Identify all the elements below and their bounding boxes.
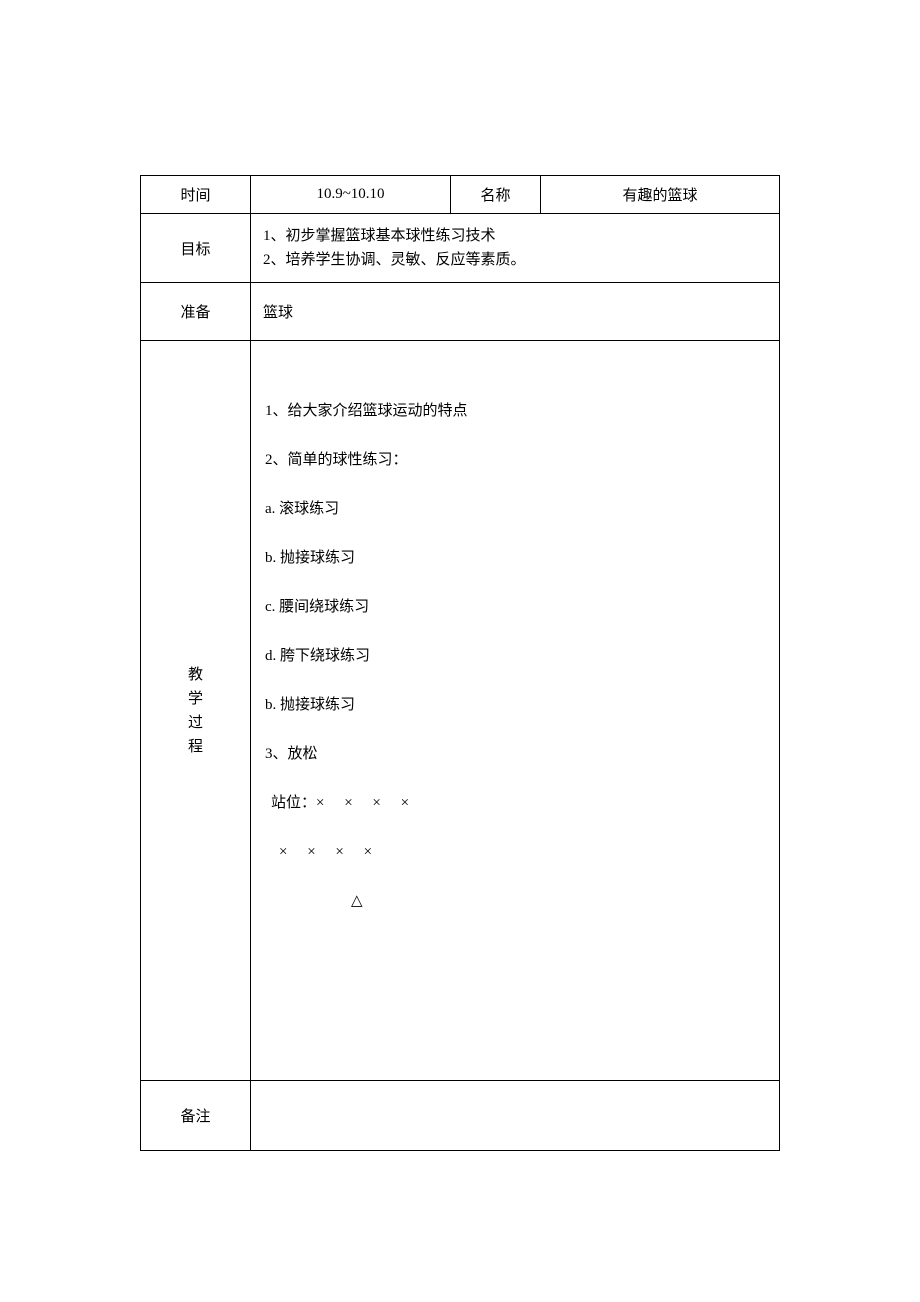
notes-label: 备注 [141,1081,251,1151]
notes-row: 备注 [141,1081,780,1151]
prep-row: 准备 篮球 [141,283,780,341]
prep-value: 篮球 [251,283,780,341]
process-row: 教 学 过 程 1、给大家介绍篮球运动的特点 2、简单的球性练习： a. 滚球练… [141,341,780,1081]
process-content: 1、给大家介绍篮球运动的特点 2、简单的球性练习： a. 滚球练习 b. 抛接球… [251,341,780,1081]
goals-row: 目标 1、初步掌握篮球基本球性练习技术 2、培养学生协调、灵敏、反应等素质。 [141,214,780,283]
lesson-plan-table: 时间 10.9~10.10 名称 有趣的篮球 目标 1、初步掌握篮球基本球性练习… [140,175,780,1151]
process-line-1: 1、给大家介绍篮球运动的特点 [265,401,765,422]
name-label: 名称 [451,176,541,214]
time-value: 10.9~10.10 [251,176,451,214]
process-line-3: a. 滚球练习 [265,499,765,520]
header-row: 时间 10.9~10.10 名称 有趣的篮球 [141,176,780,214]
process-label-char-3: 过 [141,711,250,735]
formation-row-3: △ [265,891,765,912]
goal-line-1: 1、初步掌握篮球基本球性练习技术 [263,224,767,248]
goals-content: 1、初步掌握篮球基本球性练习技术 2、培养学生协调、灵敏、反应等素质。 [251,214,780,283]
formation-row-2: × × × × [265,842,765,863]
process-label-char-4: 程 [141,735,250,759]
process-line-7: b. 抛接球练习 [265,695,765,716]
process-line-5: c. 腰间绕球练习 [265,597,765,618]
process-label-char-2: 学 [141,687,250,711]
goals-label: 目标 [141,214,251,283]
name-value: 有趣的篮球 [541,176,780,214]
time-label: 时间 [141,176,251,214]
process-line-8: 3、放松 [265,744,765,765]
formation-row-1: 站位：× × × × [265,793,765,814]
prep-label: 准备 [141,283,251,341]
goal-line-2: 2、培养学生协调、灵敏、反应等素质。 [263,248,767,272]
process-line-6: d. 胯下绕球练习 [265,646,765,667]
process-label-char-1: 教 [141,663,250,687]
process-line-2: 2、简单的球性练习： [265,450,765,471]
notes-value [251,1081,780,1151]
process-line-4: b. 抛接球练习 [265,548,765,569]
process-label: 教 学 过 程 [141,341,251,1081]
